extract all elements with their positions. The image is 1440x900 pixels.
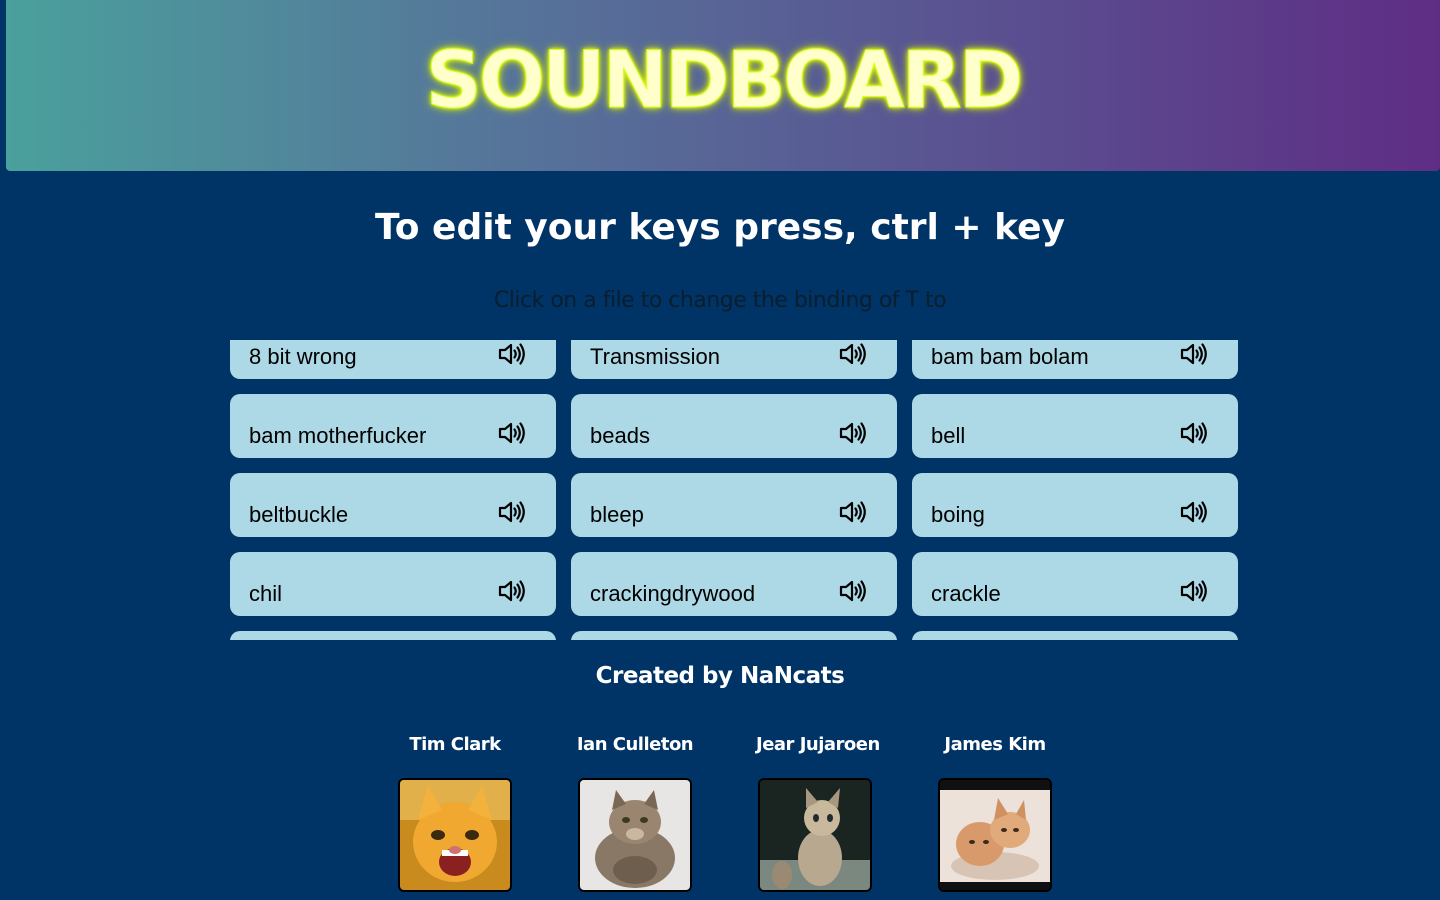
speaker-icon[interactable] bbox=[839, 500, 867, 524]
sound-label: bam motherfucker bbox=[249, 423, 427, 448]
fluffy-cat-avatar bbox=[578, 778, 692, 892]
tabby-kitten-avatar bbox=[758, 778, 872, 892]
team-list: Tim Clark Ian Culleton Jear Jujaroen Jam… bbox=[396, 734, 1054, 897]
header-banner: SOUNDBOARD bbox=[6, 0, 1440, 171]
team-member: Ian Culleton bbox=[576, 734, 694, 897]
team-member: James Kim bbox=[936, 734, 1054, 897]
edit-keys-heading: To edit your keys press, ctrl + key bbox=[375, 207, 1065, 248]
speaker-icon[interactable] bbox=[1180, 500, 1208, 524]
sound-tile[interactable]: bleep bbox=[571, 473, 897, 537]
speaker-icon[interactable] bbox=[1180, 421, 1208, 445]
sound-tile[interactable]: chil bbox=[230, 552, 556, 616]
sound-tile[interactable] bbox=[571, 631, 897, 640]
sound-tile[interactable]: crackingdrywood bbox=[571, 552, 897, 616]
sound-label: beltbuckle bbox=[249, 502, 349, 527]
sound-label: bleep bbox=[590, 502, 644, 527]
speaker-icon[interactable] bbox=[839, 342, 867, 366]
sound-tile[interactable]: Transmission bbox=[571, 340, 897, 379]
speaker-icon[interactable] bbox=[1180, 579, 1208, 603]
sound-label: bam bam bolam bbox=[931, 344, 1089, 369]
app-title: SOUNDBOARD bbox=[425, 36, 1024, 126]
binding-hint: Click on a file to change the binding of… bbox=[493, 288, 947, 313]
credits-heading: Created by NaNcats bbox=[595, 663, 845, 689]
member-name: James Kim bbox=[944, 734, 1046, 755]
sound-label: 8 bit wrong bbox=[249, 344, 357, 369]
sound-label: crackingdrywood bbox=[590, 581, 756, 606]
two-kittens-avatar bbox=[938, 778, 1052, 892]
sound-tile[interactable] bbox=[230, 631, 556, 640]
speaker-icon[interactable] bbox=[839, 579, 867, 603]
speaker-icon[interactable] bbox=[498, 342, 526, 366]
sound-label: boing bbox=[931, 502, 985, 527]
sound-tile[interactable]: crackle bbox=[912, 552, 1238, 616]
sound-grid-scroll[interactable]: 8 bit wrong Transmission bam bam bolam bam … bbox=[230, 340, 1240, 640]
sound-tile[interactable]: beads bbox=[571, 394, 897, 458]
member-name: Jear Jujaroen bbox=[756, 734, 880, 755]
speaker-icon[interactable] bbox=[839, 421, 867, 445]
speaker-icon[interactable] bbox=[498, 579, 526, 603]
sound-tile[interactable]: boing bbox=[912, 473, 1238, 537]
sound-label: bell bbox=[931, 423, 966, 448]
sound-tile[interactable]: beltbuckle bbox=[230, 473, 556, 537]
sound-label: Transmission bbox=[590, 344, 720, 369]
sound-grid: 8 bit wrong Transmission bam bam bolam bam … bbox=[230, 340, 1238, 640]
orange-kitten-avatar bbox=[398, 778, 512, 892]
speaker-icon[interactable] bbox=[498, 421, 526, 445]
team-member: Tim Clark bbox=[396, 734, 514, 897]
sound-tile[interactable] bbox=[912, 631, 1238, 640]
member-name: Ian Culleton bbox=[576, 734, 694, 755]
sound-label: crackle bbox=[931, 581, 1001, 606]
sound-tile[interactable]: 8 bit wrong bbox=[230, 340, 556, 379]
team-member: Jear Jujaroen bbox=[756, 734, 880, 897]
speaker-icon[interactable] bbox=[1180, 342, 1208, 366]
speaker-icon[interactable] bbox=[498, 500, 526, 524]
sound-tile[interactable]: bam bam bolam bbox=[912, 340, 1238, 379]
sound-tile[interactable]: bam motherfucker bbox=[230, 394, 556, 458]
sound-label: beads bbox=[590, 423, 650, 448]
member-name: Tim Clark bbox=[409, 734, 501, 755]
sound-tile[interactable]: bell bbox=[912, 394, 1238, 458]
sound-label: chil bbox=[249, 581, 283, 606]
